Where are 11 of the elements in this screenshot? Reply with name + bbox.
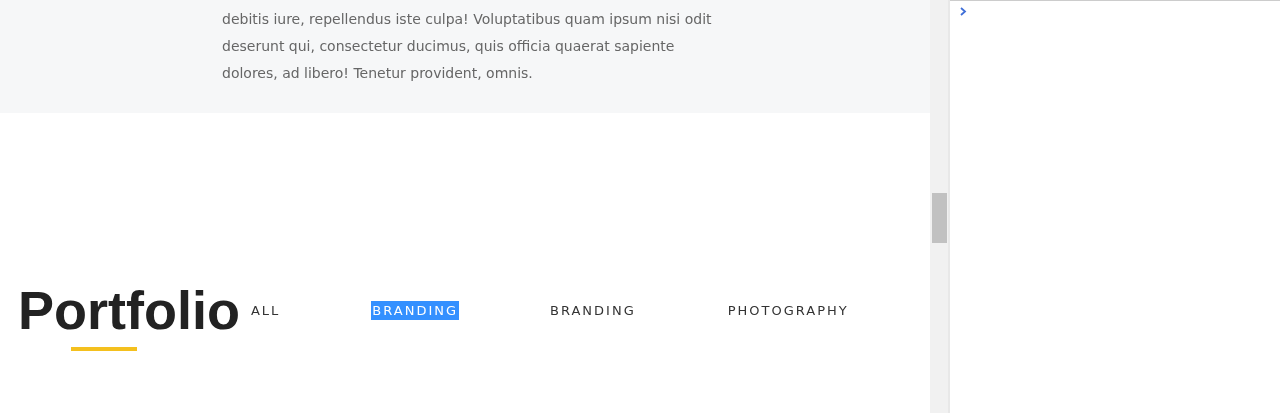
filter-link[interactable]: PHOTOGRAPHY [726, 301, 850, 320]
title-underline [71, 347, 137, 351]
section-title: Portfolio [18, 283, 240, 337]
filter-link[interactable]: ALL [249, 301, 282, 320]
console-prompt-icon [960, 7, 967, 16]
scrollbar[interactable] [930, 0, 950, 413]
filter-link[interactable]: BRANDING [549, 301, 637, 320]
scrollbar-thumb[interactable] [932, 193, 947, 243]
paragraph-line: dolores, ad libero! Tenetur provident, omnis. [222, 64, 534, 83]
paragraph-line: deserunt qui, consectetur ducimus, quis officia quaerat sapiente [222, 37, 676, 56]
paragraph-line: debitis iure, repellendus iste culpa! Voluptatibus quam ipsum nisi odit [222, 10, 713, 29]
